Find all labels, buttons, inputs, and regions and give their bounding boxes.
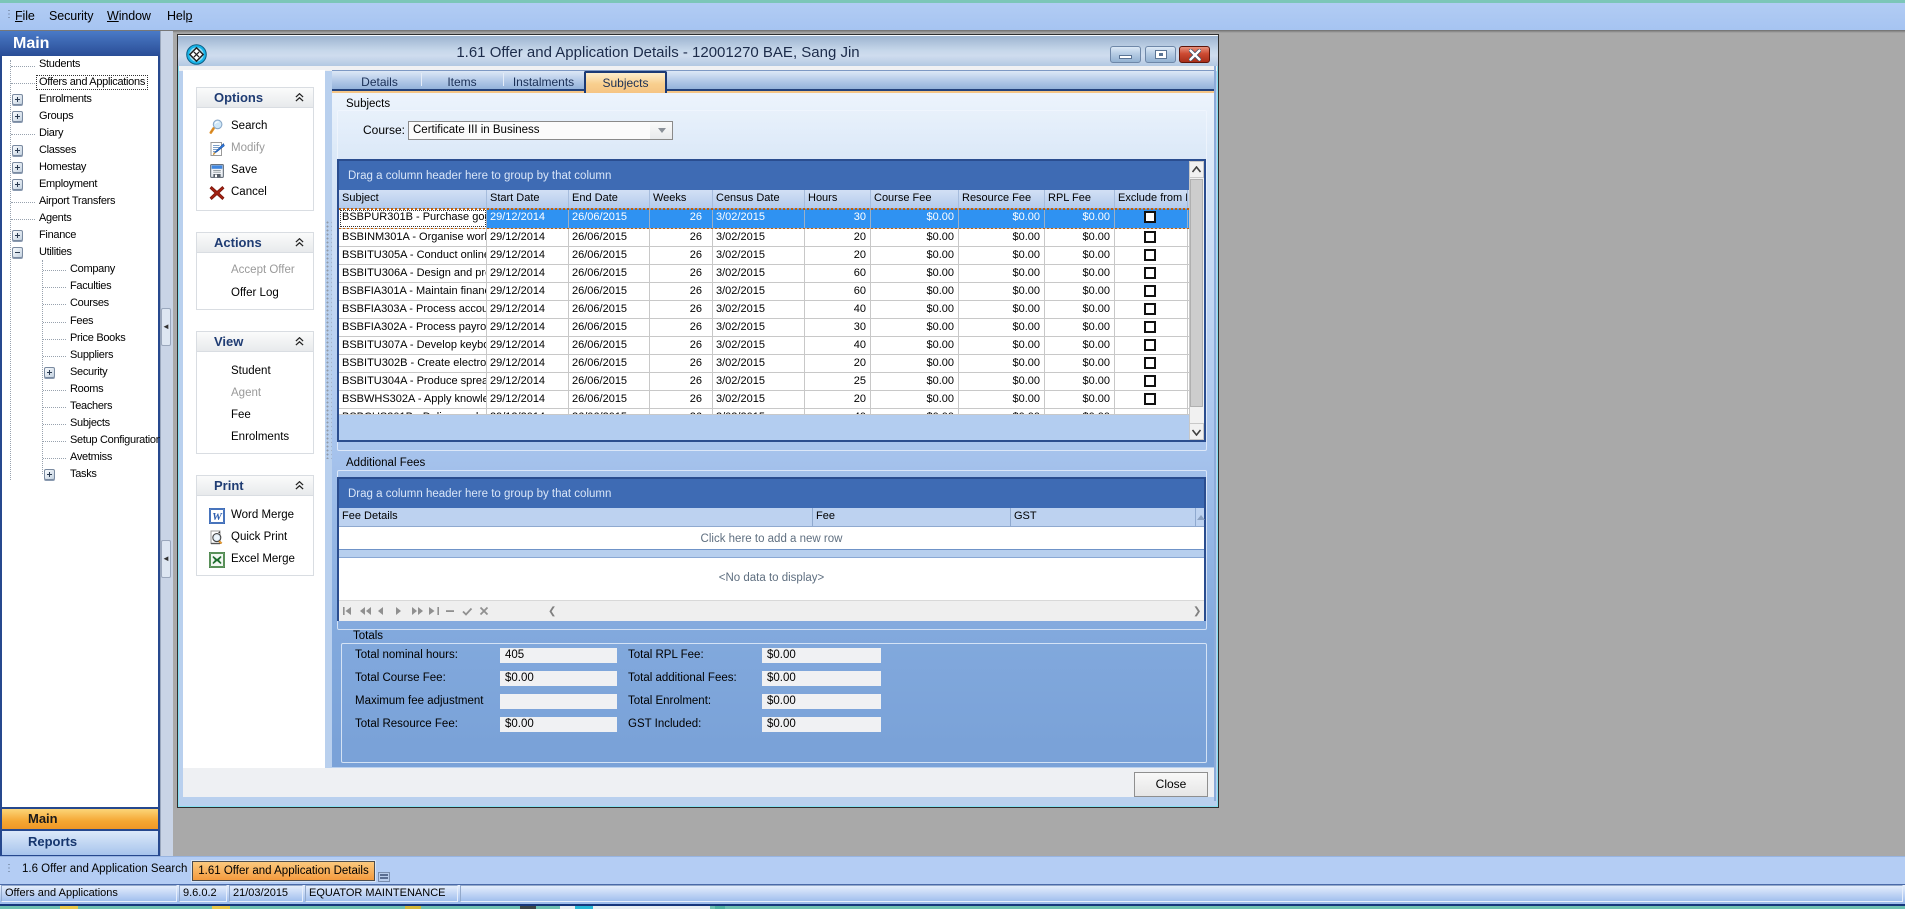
svg-text:W: W [212, 511, 223, 523]
